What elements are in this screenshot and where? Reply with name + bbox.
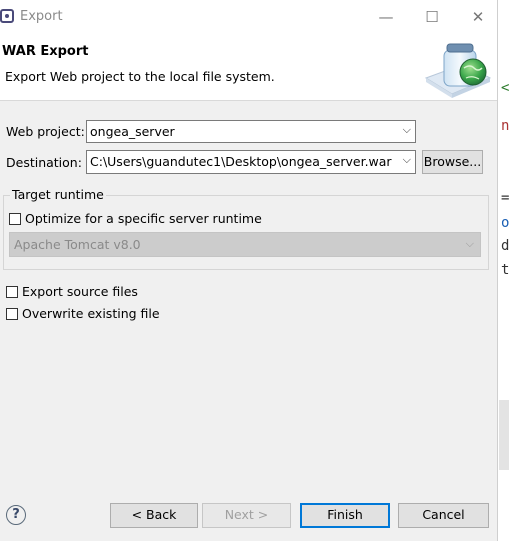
export-source-option[interactable]: Export source files (6, 284, 138, 299)
back-button[interactable]: < Back (110, 503, 198, 528)
next-button[interactable]: Next > (202, 503, 291, 528)
overwrite-checkbox[interactable] (6, 307, 18, 320)
web-project-label: Web project: (6, 124, 85, 139)
wizard-banner: WAR Export Export Web project to the loc… (0, 34, 497, 101)
chevron-down-icon: ⌵ (402, 153, 411, 166)
destination-combo[interactable]: C:\Users\guandutec1\Desktop\ongea_server… (86, 150, 416, 174)
destination-value: C:\Users\guandutec1\Desktop\ongea_server… (90, 154, 392, 169)
runtime-select: Apache Tomcat v8.0 ⌵ (9, 232, 481, 257)
help-icon[interactable]: ? (6, 505, 26, 525)
chevron-down-icon: ⌵ (402, 123, 411, 136)
wizard-description: Export Web project to the local file sys… (5, 69, 275, 84)
target-runtime-legend: Target runtime (10, 187, 106, 202)
web-project-value: ongea_server (90, 124, 175, 139)
web-project-select[interactable]: ongea_server ⌵ (86, 120, 416, 143)
overwrite-label: Overwrite existing file (22, 306, 160, 321)
optimize-runtime-label: Optimize for a specific server runtime (25, 211, 262, 226)
destination-label: Destination: (6, 155, 82, 170)
background-scrollbar (499, 400, 509, 470)
chevron-down-icon: ⌵ (465, 237, 474, 250)
eclipse-app-icon (0, 9, 14, 23)
optimize-runtime-checkbox[interactable] (9, 212, 21, 225)
optimize-runtime-option[interactable]: Optimize for a specific server runtime (9, 211, 262, 226)
export-source-checkbox[interactable] (6, 285, 18, 298)
close-icon[interactable]: ✕ (464, 6, 492, 28)
overwrite-option[interactable]: Overwrite existing file (6, 306, 160, 321)
minimize-icon[interactable]: — (372, 6, 400, 28)
runtime-value: Apache Tomcat v8.0 (14, 237, 141, 252)
export-wizard-jar-globe-icon (424, 43, 492, 98)
export-source-label: Export source files (22, 284, 138, 299)
title-bar[interactable]: Export — ☐ ✕ (0, 0, 497, 34)
wizard-title: WAR Export (2, 44, 89, 59)
window-title: Export (20, 9, 63, 24)
finish-button[interactable]: Finish (300, 503, 390, 528)
cancel-button[interactable]: Cancel (398, 503, 489, 528)
browse-button[interactable]: Browse... (422, 150, 483, 174)
maximize-icon[interactable]: ☐ (418, 6, 446, 28)
